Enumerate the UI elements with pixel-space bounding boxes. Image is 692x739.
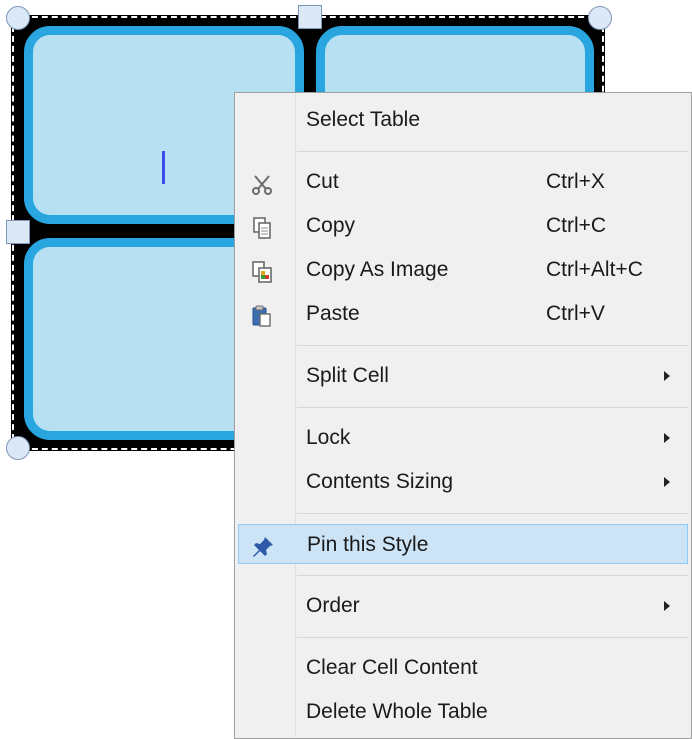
menu-item-split-cell[interactable]: Split Cell <box>238 356 688 396</box>
submenu-arrow-icon <box>664 477 670 487</box>
pin-icon <box>251 533 275 557</box>
submenu-arrow-icon <box>664 433 670 443</box>
menu-item-label: Split Cell <box>306 364 389 387</box>
menu-item-label: Pin this Style <box>307 533 429 556</box>
resize-handle-top-middle[interactable] <box>298 5 322 29</box>
submenu-arrow-icon <box>664 371 670 381</box>
menu-item-copy-as-image[interactable]: Copy As Image Ctrl+Alt+C <box>238 250 688 290</box>
resize-handle-middle-left[interactable] <box>6 220 30 244</box>
menu-item-label: Select Table <box>306 108 421 131</box>
resize-handle-top-right[interactable] <box>588 6 612 30</box>
menu-item-label: Paste <box>306 302 360 325</box>
paste-icon <box>250 302 274 327</box>
submenu-arrow-icon <box>664 601 670 611</box>
copy-as-image-icon <box>250 258 274 283</box>
copy-icon <box>250 214 274 239</box>
menu-item-lock[interactable]: Lock <box>238 418 688 458</box>
menu-item-cut[interactable]: Cut Ctrl+X <box>238 162 688 202</box>
menu-item-order[interactable]: Order <box>238 586 688 626</box>
menu-item-clear-cell-content[interactable]: Clear Cell Content <box>238 648 688 688</box>
menu-item-shortcut: Ctrl+Alt+C <box>546 258 643 281</box>
menu-item-copy[interactable]: Copy Ctrl+C <box>238 206 688 246</box>
menu-item-select-table[interactable]: Select Table <box>238 100 688 140</box>
menu-item-label: Copy As Image <box>306 258 449 281</box>
menu-item-label: Lock <box>306 426 351 449</box>
menu-item-label: Clear Cell Content <box>306 656 478 679</box>
menu-item-shortcut: Ctrl+V <box>546 302 605 325</box>
menu-item-label: Order <box>306 594 360 617</box>
menu-item-label: Delete Whole Table <box>306 700 488 723</box>
menu-item-paste[interactable]: Paste Ctrl+V <box>238 294 688 334</box>
menu-item-label: Cut <box>306 170 339 193</box>
menu-separator <box>297 345 688 346</box>
resize-handle-bottom-left[interactable] <box>6 436 30 460</box>
menu-item-label: Copy <box>306 214 356 237</box>
menu-separator <box>297 575 688 576</box>
resize-handle-top-left[interactable] <box>6 6 30 30</box>
context-menu: Select Table Cut Ctrl+X Copy Ctrl+C Copy… <box>234 92 692 739</box>
menu-separator <box>297 407 688 408</box>
menu-item-pin-this-style[interactable]: Pin this Style <box>238 524 688 564</box>
menu-item-shortcut: Ctrl+X <box>546 170 605 193</box>
menu-item-label: Contents Sizing <box>306 470 454 493</box>
menu-item-contents-sizing[interactable]: Contents Sizing <box>238 462 688 502</box>
menu-item-shortcut: Ctrl+C <box>546 214 607 237</box>
menu-separator <box>297 151 688 152</box>
menu-separator <box>297 513 688 514</box>
text-cursor <box>162 151 165 184</box>
menu-item-delete-whole-table[interactable]: Delete Whole Table <box>238 692 688 732</box>
scissors-icon <box>250 170 274 195</box>
menu-separator <box>297 637 688 638</box>
